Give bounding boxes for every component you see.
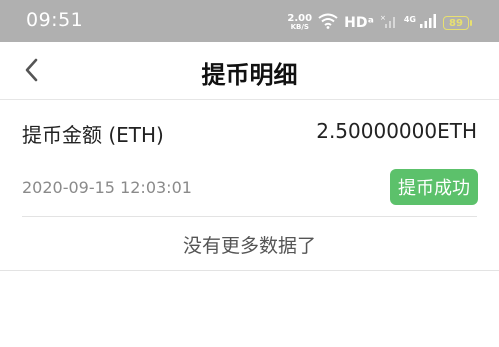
network-speed-unit: KB/S (290, 23, 309, 31)
amount-value: 2.50000000ETH (316, 119, 477, 143)
list-bottom-divider (0, 270, 499, 271)
page-title: 提币明细 (201, 61, 298, 89)
network-speed-value: 2.00 (287, 13, 313, 24)
no-more-data-text: 没有更多数据了 (182, 235, 316, 257)
withdrawal-record[interactable]: 提币金额 (ETH) 2.50000000ETH 2020-09-15 12:0… (0, 101, 499, 217)
battery-level: 89 (449, 17, 463, 29)
signal-icon-sim2 (419, 13, 437, 33)
network-speed: 2.00 KB/S (287, 14, 312, 32)
navigation-bar: 提币明细 (0, 42, 499, 100)
svg-text:×: × (380, 14, 386, 22)
status-indicators: 2.00 KB/S HDᵃ × 4G 89 (287, 12, 472, 34)
status-time: 09:51 (26, 9, 84, 31)
record-divider (22, 216, 477, 217)
status-bar: 09:51 2.00 KB/S HDᵃ × 4G 89 (0, 0, 499, 42)
battery-icon: 89 (443, 16, 472, 30)
network-type-label: 4G (403, 14, 416, 24)
hd-voice-label: HDᵃ (344, 15, 374, 31)
amount-label: 提币金额 (ETH) (22, 123, 164, 147)
status-badge: 提币成功 (390, 169, 478, 205)
wifi-icon (318, 13, 338, 33)
record-timestamp: 2020-09-15 12:03:01 (22, 178, 192, 197)
signal-icon-sim1: × (380, 13, 398, 33)
